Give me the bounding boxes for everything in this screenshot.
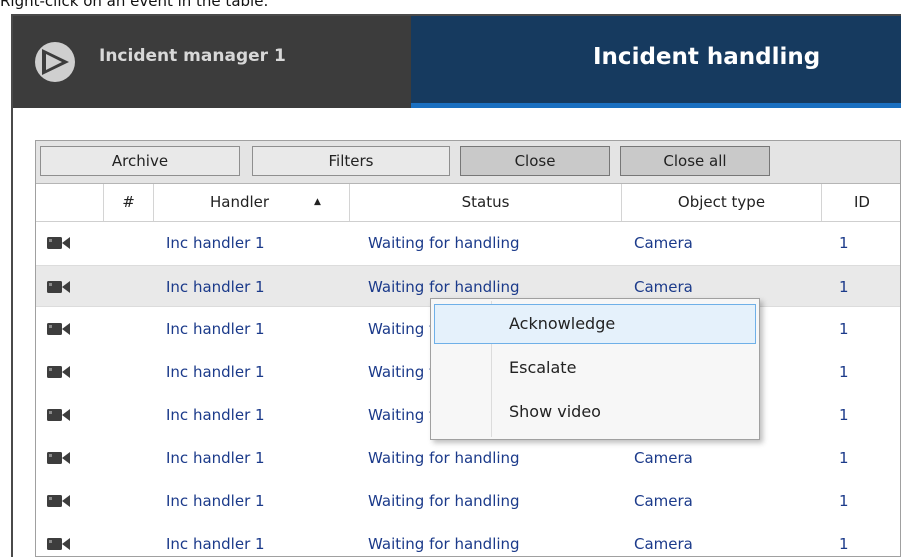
status-cell: Waiting for handling	[368, 492, 520, 510]
tab-incident-handling[interactable]: Incident handling	[411, 16, 901, 108]
camera-icon	[47, 495, 70, 507]
object-type-cell: Camera	[634, 449, 693, 467]
column-header-number[interactable]: #	[104, 184, 154, 221]
column-header-handler[interactable]: Handler ▲	[154, 184, 350, 221]
instruction-caption: Right-click on an event in the table:	[0, 0, 269, 10]
title-bar: Incident manager 1 Incident handling	[13, 16, 901, 108]
context-menu: Acknowledge Escalate Show video	[430, 298, 760, 440]
camera-icon	[47, 237, 70, 249]
object-type-cell: Camera	[634, 234, 693, 252]
app-title[interactable]: Incident manager 1	[99, 46, 286, 66]
close-all-button[interactable]: Close all	[620, 146, 770, 176]
object-type-cell: Camera	[634, 535, 693, 553]
filters-button[interactable]: Filters	[252, 146, 450, 176]
menu-item-acknowledge[interactable]: Acknowledge	[434, 304, 756, 344]
column-header-handler-label: Handler	[210, 193, 270, 211]
camera-icon	[47, 323, 70, 335]
handler-cell: Inc handler 1	[166, 492, 265, 510]
table-row[interactable]: Inc handler 1 Waiting for handling Camera 1	[36, 480, 900, 522]
handler-cell: Inc handler 1	[166, 406, 265, 424]
handler-cell: Inc handler 1	[166, 278, 265, 296]
close-button[interactable]: Close	[460, 146, 610, 176]
handler-cell: Inc handler 1	[166, 363, 265, 381]
handler-cell: Inc handler 1	[166, 234, 265, 252]
table-row[interactable]: Inc handler 1 Waiting for handling Camera 1	[36, 222, 900, 264]
table-row[interactable]: Inc handler 1 Waiting for handling Camera 1	[36, 523, 900, 557]
camera-icon	[47, 409, 70, 421]
id-cell: 1	[839, 492, 849, 510]
status-cell: Waiting for handling	[368, 449, 520, 467]
column-header-status[interactable]: Status	[350, 184, 622, 221]
menu-item-escalate[interactable]: Escalate	[434, 348, 756, 388]
tab-label: Incident handling	[593, 44, 821, 70]
status-cell: Waiting for handling	[368, 234, 520, 252]
table-row[interactable]: Inc handler 1 Waiting for handling Camera 1	[36, 437, 900, 479]
table-header: # Handler ▲ Status Object type ID	[36, 184, 900, 222]
id-cell: 1	[839, 278, 849, 296]
app-window: Incident manager 1 Incident handling Arc…	[11, 14, 901, 557]
object-type-cell: Camera	[634, 492, 693, 510]
active-tab-indicator	[411, 103, 901, 108]
id-cell: 1	[839, 449, 849, 467]
camera-icon	[47, 538, 70, 550]
camera-icon	[47, 366, 70, 378]
toolbar: Archive Filters Close Close all	[36, 141, 900, 184]
id-cell: 1	[839, 535, 849, 553]
handler-cell: Inc handler 1	[166, 535, 265, 553]
archive-button[interactable]: Archive	[40, 146, 240, 176]
column-header-id[interactable]: ID	[822, 184, 901, 221]
id-cell: 1	[839, 363, 849, 381]
id-cell: 1	[839, 234, 849, 252]
menu-item-show-video[interactable]: Show video	[434, 392, 756, 432]
camera-icon	[47, 452, 70, 464]
camera-icon	[47, 281, 70, 293]
handler-cell: Inc handler 1	[166, 449, 265, 467]
id-cell: 1	[839, 406, 849, 424]
handler-cell: Inc handler 1	[166, 320, 265, 338]
app-logo-icon	[35, 42, 75, 82]
id-cell: 1	[839, 320, 849, 338]
column-header-object-type[interactable]: Object type	[622, 184, 822, 221]
sort-ascending-icon: ▲	[314, 197, 321, 207]
column-header-icon[interactable]	[36, 184, 104, 221]
status-cell: Waiting for handling	[368, 535, 520, 553]
